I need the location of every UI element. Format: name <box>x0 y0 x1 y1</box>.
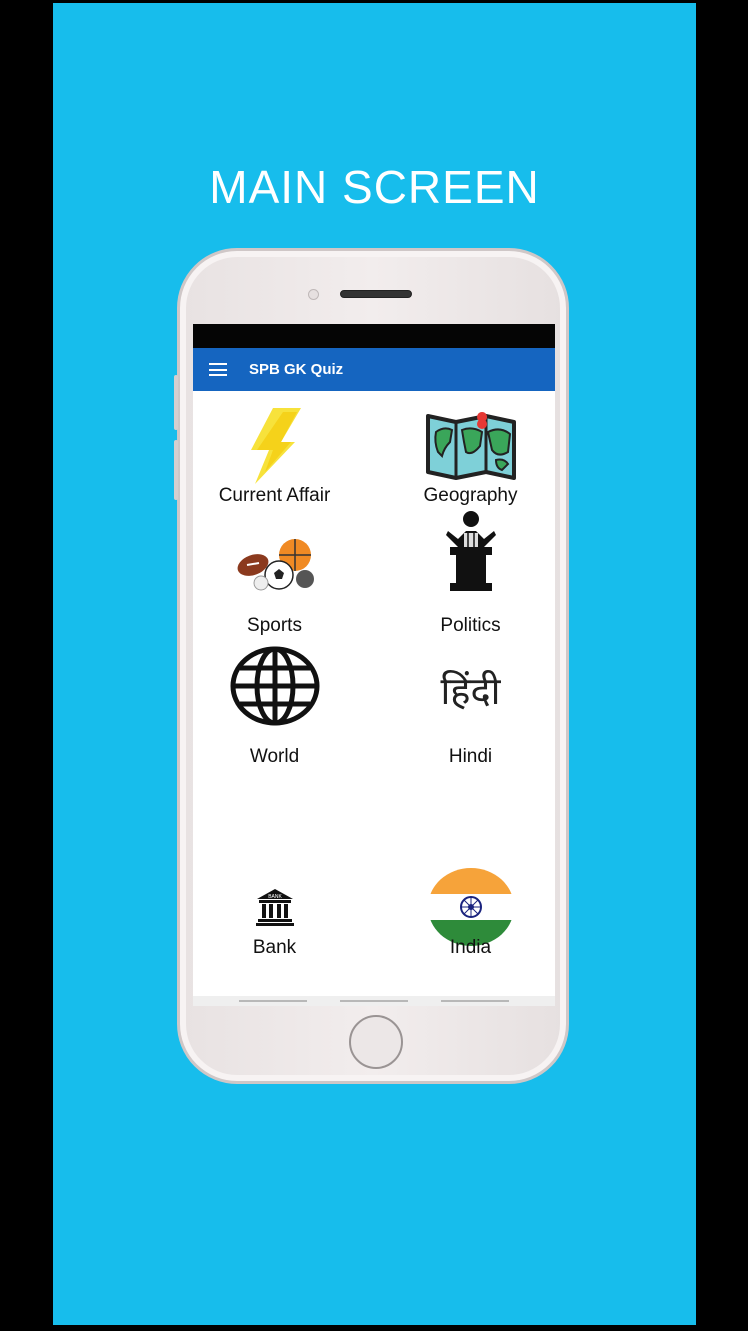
category-label: Hindi <box>448 746 493 767</box>
india-flag-icon <box>380 867 555 947</box>
camera-icon <box>308 289 319 300</box>
world-map-icon <box>380 412 555 482</box>
politician-podium-icon <box>380 509 555 593</box>
nav-indicator <box>441 1000 509 1002</box>
status-bar <box>193 324 555 348</box>
home-button[interactable] <box>349 1015 403 1069</box>
bank-building-icon: BANK <box>193 887 365 927</box>
bottom-nav-bar <box>193 996 555 1006</box>
category-label: Sports <box>247 615 302 636</box>
category-label: Bank <box>252 937 297 958</box>
volume-button-2 <box>174 440 178 500</box>
category-label: Geography <box>423 485 518 506</box>
app-screen: SPB GK Quiz Current Affair Geography Spo… <box>193 324 555 1006</box>
nav-indicator <box>239 1000 307 1002</box>
app-bar: SPB GK Quiz <box>193 348 555 391</box>
lightning-bolt-icon <box>193 406 365 486</box>
sports-balls-icon <box>193 535 365 595</box>
bank-icon-text: BANK <box>268 894 282 900</box>
volume-button <box>174 375 178 430</box>
category-label: World <box>249 746 300 767</box>
hamburger-menu-icon[interactable] <box>209 363 227 376</box>
speaker-icon <box>340 290 412 298</box>
category-label: India <box>449 937 492 958</box>
category-label: Current Affair <box>218 485 331 506</box>
app-title: SPB GK Quiz <box>249 361 344 378</box>
category-label: Politics <box>440 615 501 636</box>
headline: MAIN SCREEN <box>209 161 540 213</box>
globe-icon <box>193 646 365 726</box>
nav-indicator <box>340 1000 408 1002</box>
hindi-text-icon: हिंदी <box>440 669 501 713</box>
